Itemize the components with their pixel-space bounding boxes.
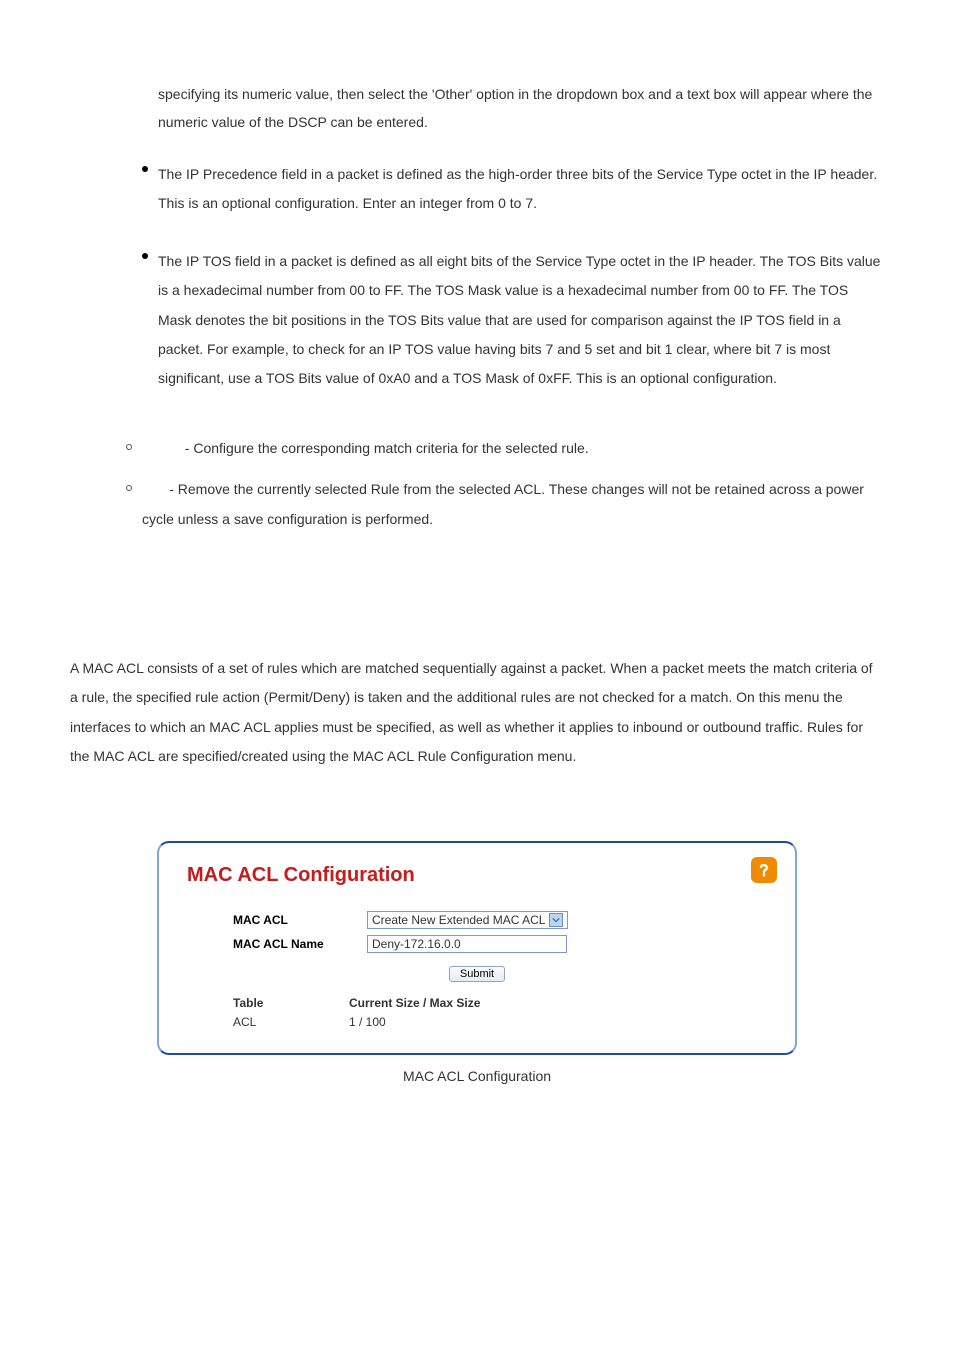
label-mac-acl-name: MAC ACL Name — [233, 936, 367, 953]
mac-acl-select[interactable]: Create New Extended MAC ACL — [367, 911, 568, 929]
figure-container: MAC ACL Configuration MAC ACL Create New… — [70, 841, 884, 1086]
circle-list: - Configure the corresponding match crit… — [70, 434, 884, 534]
mac-acl-name-input[interactable]: Deny-172.16.0.0 — [367, 935, 567, 953]
submit-row: Submit — [187, 963, 767, 983]
size-table: Table Current Size / Max Size ACL 1 / 10… — [187, 995, 767, 1031]
table-data-row: ACL 1 / 100 — [233, 1014, 767, 1031]
mac-acl-description: A MAC ACL consists of a set of rules whi… — [70, 654, 884, 772]
circle-text: - Remove the currently selected Rule fro… — [142, 481, 868, 526]
bullet-item-tos: The IP TOS field in a packet is defined … — [70, 247, 884, 394]
table-header-row: Table Current Size / Max Size — [233, 995, 767, 1012]
table-header-col1: Table — [233, 995, 349, 1012]
help-icon[interactable] — [751, 857, 777, 883]
label-mac-acl: MAC ACL — [233, 912, 367, 929]
bullet-item-precedence: The IP Precedence field in a packet is d… — [70, 160, 884, 219]
bullet-text: The IP Precedence field in a packet is d… — [158, 160, 884, 219]
form-row-mac-acl: MAC ACL Create New Extended MAC ACL — [187, 911, 767, 929]
circle-text: - Configure the corresponding match crit… — [142, 440, 589, 456]
panel-title: MAC ACL Configuration — [187, 861, 767, 889]
chevron-down-icon — [549, 913, 563, 927]
table-cell-col1: ACL — [233, 1014, 349, 1031]
table-cell-col2: 1 / 100 — [349, 1014, 767, 1031]
bullet-text: The IP TOS field in a packet is defined … — [158, 247, 884, 394]
circle-item-configure: - Configure the corresponding match crit… — [70, 434, 884, 463]
intro-paragraph-continued: specifying its numeric value, then selec… — [158, 80, 884, 136]
form-row-mac-acl-name: MAC ACL Name Deny-172.16.0.0 — [187, 935, 767, 953]
question-icon — [756, 862, 772, 878]
submit-button[interactable]: Submit — [449, 966, 505, 982]
circle-item-remove: - Remove the currently selected Rule fro… — [70, 475, 884, 534]
bullet-list: The IP Precedence field in a packet is d… — [70, 160, 884, 394]
figure-caption: MAC ACL Configuration — [70, 1067, 884, 1087]
mac-acl-config-panel: MAC ACL Configuration MAC ACL Create New… — [157, 841, 797, 1054]
select-value: Create New Extended MAC ACL — [372, 912, 545, 929]
table-header-col2: Current Size / Max Size — [349, 995, 767, 1012]
